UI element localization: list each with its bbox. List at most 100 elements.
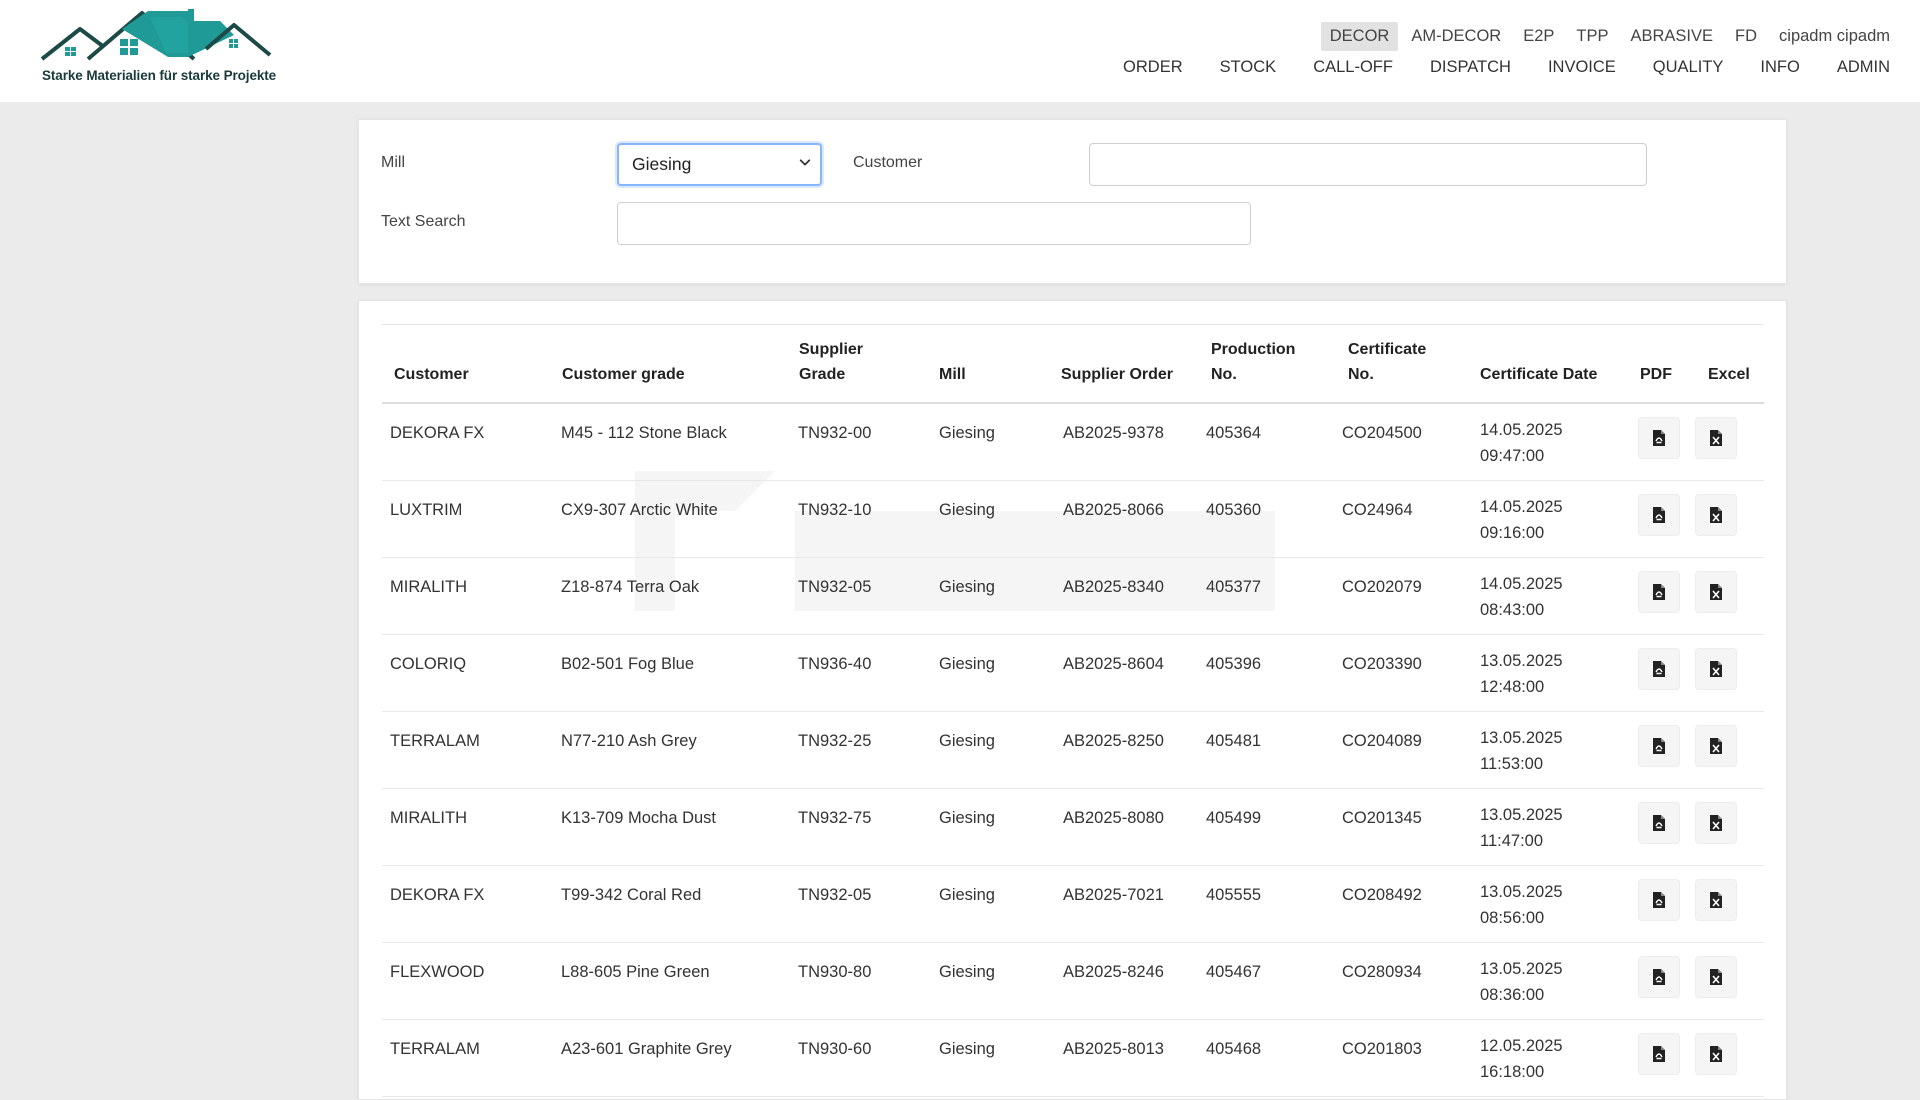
tab-tpp[interactable]: TPP <box>1567 22 1617 51</box>
nav-invoice[interactable]: INVOICE <box>1548 58 1616 77</box>
mill-select[interactable]: Giesing <box>617 143 822 186</box>
text-search-input[interactable] <box>617 202 1251 245</box>
nav-dispatch[interactable]: DISPATCH <box>1430 58 1511 77</box>
download-pdf-button[interactable] <box>1638 879 1680 921</box>
cell-date: 13.05.2025 <box>1480 883 1563 901</box>
download-excel-button[interactable] <box>1695 494 1737 536</box>
cell-certificate-no: CO201803 <box>1342 1040 1422 1058</box>
header-customer-grade[interactable]: Customer grade <box>562 362 685 388</box>
cell-customer-grade: CX9-307 Arctic White <box>561 501 718 519</box>
table-row[interactable]: LUXTRIM CX9-307 Arctic White TN932-10 Gi… <box>382 481 1764 558</box>
header-certificate-no[interactable]: Certificate No. <box>1348 337 1426 388</box>
cell-production-no: 405377 <box>1206 578 1262 596</box>
download-excel-button[interactable] <box>1695 571 1737 613</box>
pdf-file-icon <box>1653 1046 1665 1062</box>
main-navigation: ORDER STOCK CALL-OFF DISPATCH INVOICE QU… <box>1086 58 1890 77</box>
table-row[interactable]: DEKORA FX M45 - 112 Stone Black TN932-00… <box>382 404 1764 481</box>
table-row[interactable]: COLORIQ B02-501 Fog Blue TN936-40 Giesin… <box>382 635 1764 712</box>
cell-certificate-date: 13.05.2025 08:56:00 <box>1480 880 1563 931</box>
table-row[interactable]: TERRALAM A23-601 Graphite Grey TN930-60 … <box>382 1020 1764 1097</box>
company-logo[interactable]: Starke Materialien für starke Projekte <box>38 7 278 89</box>
mill-label: Mill <box>381 154 405 171</box>
table-row[interactable]: MIRALITH K13-709 Mocha Dust TN932-75 Gie… <box>382 789 1764 866</box>
cell-date: 13.05.2025 <box>1480 729 1563 747</box>
download-pdf-button[interactable] <box>1638 1033 1680 1075</box>
text-search-label: Text Search <box>381 213 466 230</box>
pdf-file-icon <box>1653 584 1665 600</box>
logo-houses-graphic <box>40 7 272 61</box>
customer-input[interactable] <box>1089 143 1647 186</box>
nav-stock[interactable]: STOCK <box>1220 58 1277 77</box>
cell-time: 08:56:00 <box>1480 908 1545 927</box>
cell-date: 13.05.2025 <box>1480 806 1563 824</box>
table-row[interactable]: TERRALAM N77-210 Ash Grey TN932-25 Giesi… <box>382 712 1764 789</box>
nav-admin[interactable]: ADMIN <box>1837 58 1890 77</box>
tab-e2p[interactable]: E2P <box>1514 22 1563 51</box>
excel-file-icon <box>1710 969 1722 985</box>
download-pdf-button[interactable] <box>1638 571 1680 613</box>
table-row[interactable]: MIRALITH Z18-874 Terra Oak TN932-05 Gies… <box>382 558 1764 635</box>
download-pdf-button[interactable] <box>1638 417 1680 459</box>
cell-time: 09:47:00 <box>1480 446 1545 465</box>
download-pdf-button[interactable] <box>1638 956 1680 998</box>
nav-order[interactable]: ORDER <box>1123 58 1183 77</box>
cell-time: 08:36:00 <box>1480 985 1545 1004</box>
cell-customer-grade: K13-709 Mocha Dust <box>561 809 717 827</box>
cell-mill: Giesing <box>939 1040 995 1058</box>
cell-certificate-no: CO204500 <box>1342 424 1422 442</box>
header-certificate-line1: Certificate <box>1348 340 1427 358</box>
cell-customer: TERRALAM <box>390 732 480 750</box>
download-excel-button[interactable] <box>1695 725 1737 767</box>
download-pdf-button[interactable] <box>1638 648 1680 690</box>
cell-date: 14.05.2025 <box>1480 498 1563 516</box>
download-excel-button[interactable] <box>1695 802 1737 844</box>
table-row[interactable]: FLEXWOOD L88-605 Pine Green TN930-80 Gie… <box>382 943 1764 1020</box>
nav-info[interactable]: INFO <box>1760 58 1799 77</box>
download-pdf-button[interactable] <box>1638 725 1680 767</box>
download-excel-button[interactable] <box>1695 648 1737 690</box>
user-menu[interactable]: cipadm cipadm <box>1770 22 1890 51</box>
header-certificate-date[interactable]: Certificate Date <box>1480 362 1597 388</box>
header-mill[interactable]: Mill <box>939 362 966 388</box>
cell-certificate-no: CO202079 <box>1342 578 1422 596</box>
header-customer[interactable]: Customer <box>394 362 469 388</box>
cell-date: 13.05.2025 <box>1480 652 1563 670</box>
download-excel-button[interactable] <box>1695 956 1737 998</box>
tab-abrasive[interactable]: ABRASIVE <box>1621 22 1722 51</box>
cell-certificate-no: CO201345 <box>1342 809 1422 827</box>
tab-decor[interactable]: DECOR <box>1320 22 1399 51</box>
tab-fd[interactable]: FD <box>1726 22 1766 51</box>
tab-am-decor[interactable]: AM-DECOR <box>1402 22 1510 51</box>
header-supplier-order[interactable]: Supplier Order <box>1061 362 1173 388</box>
cell-supplier-grade: TN932-10 <box>798 501 872 519</box>
header-production-no[interactable]: Production No. <box>1211 337 1295 388</box>
table-row[interactable]: DEKORA FX T99-342 Coral Red TN932-05 Gie… <box>382 866 1764 943</box>
cell-supplier-order: AB2025-9378 <box>1063 424 1164 442</box>
cell-mill: Giesing <box>939 809 995 827</box>
cell-certificate-date: 13.05.2025 12:48:00 <box>1480 649 1563 700</box>
certificates-table-panel: Customer Customer grade Supplier Grade M… <box>358 300 1787 1100</box>
cell-customer-grade: A23-601 Graphite Grey <box>561 1040 732 1058</box>
cell-supplier-order: AB2025-8246 <box>1063 963 1164 981</box>
header-certificate-line2: No. <box>1348 366 1374 384</box>
pdf-file-icon <box>1653 738 1665 754</box>
header-supplier-grade[interactable]: Supplier Grade <box>799 337 863 388</box>
cell-time: 11:47:00 <box>1480 831 1544 850</box>
download-excel-button[interactable] <box>1695 417 1737 459</box>
download-pdf-button[interactable] <box>1638 802 1680 844</box>
cell-production-no: 405468 <box>1206 1040 1262 1058</box>
filter-panel: Mill Giesing Customer Text Search <box>358 119 1787 284</box>
cell-certificate-date: 14.05.2025 09:47:00 <box>1480 418 1563 469</box>
cell-certificate-date: 14.05.2025 09:16:00 <box>1480 495 1563 546</box>
cell-supplier-order: AB2025-8340 <box>1063 578 1164 596</box>
cell-production-no: 405555 <box>1206 886 1262 904</box>
download-excel-button[interactable] <box>1695 1033 1737 1075</box>
cell-supplier-grade: TN932-05 <box>798 578 872 596</box>
cell-customer-grade: N77-210 Ash Grey <box>561 732 697 750</box>
download-pdf-button[interactable] <box>1638 494 1680 536</box>
cell-date: 13.05.2025 <box>1480 960 1563 978</box>
nav-call-off[interactable]: CALL-OFF <box>1313 58 1393 77</box>
cell-mill: Giesing <box>939 424 995 442</box>
nav-quality[interactable]: QUALITY <box>1653 58 1724 77</box>
download-excel-button[interactable] <box>1695 879 1737 921</box>
